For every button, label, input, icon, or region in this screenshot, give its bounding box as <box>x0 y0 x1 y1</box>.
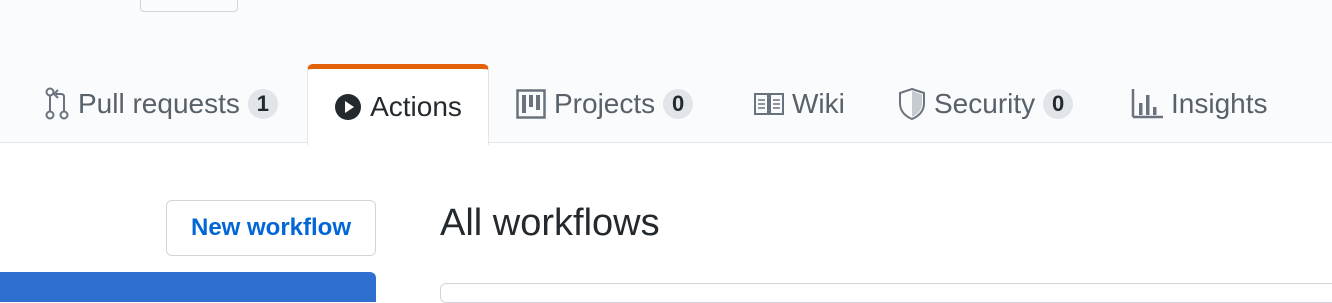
page-title: All workflows <box>440 202 660 244</box>
tab-label: Insights <box>1171 87 1268 119</box>
tab-actions[interactable]: Actions <box>307 64 489 145</box>
shield-icon <box>898 87 926 120</box>
tab-label: Actions <box>370 91 462 122</box>
header-text-fragment <box>14 0 114 4</box>
security-counter: 0 <box>1043 88 1074 119</box>
tab-label: Wiki <box>792 87 845 119</box>
tab-pull-requests[interactable]: Pull requests 1 <box>44 64 278 143</box>
project-icon <box>516 88 546 119</box>
book-icon <box>754 92 784 116</box>
repo-header: Pull requests 1 Actions Projects 0 Wiki … <box>0 0 1332 145</box>
sidebar-selected-item[interactable] <box>0 272 376 302</box>
play-icon <box>334 93 362 121</box>
tab-wiki[interactable]: Wiki <box>754 64 845 143</box>
tab-security[interactable]: Security 0 <box>898 64 1074 143</box>
git-pull-request-icon <box>44 87 70 121</box>
tab-label: Security <box>934 87 1036 119</box>
workflow-runs-list <box>440 283 1332 303</box>
graph-icon <box>1131 88 1163 119</box>
pull-requests-counter: 1 <box>247 88 278 119</box>
header-button-fragment[interactable] <box>140 0 238 12</box>
projects-counter: 0 <box>663 88 694 119</box>
tab-insights[interactable]: Insights <box>1131 64 1268 143</box>
tab-label: Projects <box>554 87 656 119</box>
new-workflow-button[interactable]: New workflow <box>166 200 376 256</box>
tab-label: Pull requests <box>78 87 240 119</box>
tab-projects[interactable]: Projects 0 <box>516 64 694 143</box>
